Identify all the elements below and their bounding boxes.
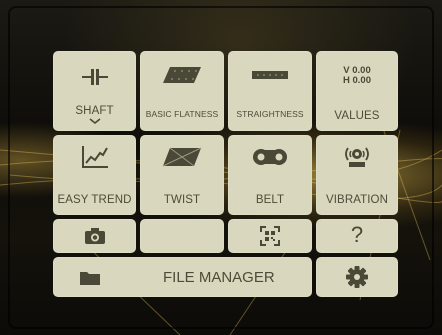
values-tile[interactable]: V 0.00 H 0.00 VALUES: [316, 51, 398, 131]
values-readout: V 0.00 H 0.00: [316, 66, 398, 86]
values-label: VALUES: [334, 110, 380, 122]
belt-label: BELT: [255, 194, 285, 206]
belt-tile[interactable]: BELT: [228, 135, 312, 215]
camera-icon: [84, 228, 105, 244]
folder-icon: [80, 272, 100, 285]
flatness-plane-icon: [163, 67, 201, 83]
belt-pulley-icon: [253, 149, 287, 165]
trend-chart-icon: [81, 146, 108, 168]
help-button[interactable]: ?: [316, 219, 398, 253]
twist-tile[interactable]: TWIST: [140, 135, 224, 215]
gear-icon: [346, 266, 368, 288]
vibration-label: VIBRATION: [325, 194, 389, 206]
easy-trend-tile[interactable]: EASY TREND: [53, 135, 136, 215]
shaft-tile[interactable]: SHAFT: [53, 51, 136, 131]
horizontal-value: H 0.00: [343, 75, 371, 86]
basic-flatness-tile[interactable]: BASIC FLATNESS: [140, 51, 224, 131]
vibration-sensor-icon: [345, 147, 369, 167]
scan-button[interactable]: [228, 219, 312, 253]
file-manager-label: FILE MANAGER: [163, 269, 275, 286]
straightness-bar-icon: [252, 71, 288, 79]
qr-scan-icon: [260, 226, 280, 246]
straightness-label: STRAIGHTNESS: [236, 109, 304, 119]
shaft-label: SHAFT: [75, 105, 114, 117]
chevron-down-icon[interactable]: [89, 118, 101, 125]
vibration-tile[interactable]: VIBRATION: [316, 135, 398, 215]
camera-button[interactable]: [53, 219, 136, 253]
blank-button[interactable]: [140, 219, 224, 253]
help-icon: ?: [350, 222, 364, 247]
twist-plane-icon: [162, 147, 202, 167]
file-manager-button[interactable]: FILE MANAGER: [53, 257, 312, 297]
twist-label: TWIST: [163, 194, 201, 206]
coupling-icon: [81, 69, 108, 85]
straightness-tile[interactable]: STRAIGHTNESS: [228, 51, 312, 131]
basic-flatness-label: BASIC FLATNESS: [145, 109, 219, 119]
settings-button[interactable]: [316, 257, 398, 297]
easy-trend-label: EASY TREND: [57, 194, 132, 206]
